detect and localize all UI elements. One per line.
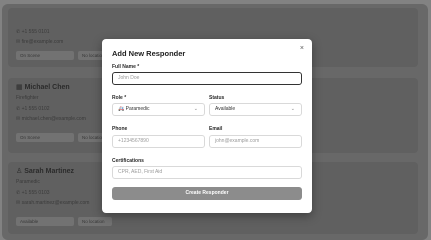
full-name-input[interactable]: John Doe [112,72,302,85]
role-label: Role * [112,95,127,101]
phone-input[interactable]: +1234567890 [112,135,205,148]
certifications-label: Certifications [112,158,144,164]
role-select[interactable]: 🚑 Paramedic ⌄ [112,103,205,116]
email-input[interactable]: john@example.com [209,135,302,148]
modal-title: Add New Responder [112,49,186,58]
chevron-down-icon: ⌄ [193,106,198,112]
full-name-label: Full Name * [112,64,140,70]
add-responder-modal: Add New Responder × Full Name * John Doe… [102,39,312,213]
full-name-placeholder: John Doe [118,75,140,81]
phone-label: Phone [112,126,128,132]
close-icon[interactable]: × [300,45,304,52]
role-value: Paramedic [125,106,150,112]
email-label: Email [209,126,223,132]
certifications-placeholder: CPR, AED, First Aid [118,169,163,175]
email-placeholder: john@example.com [215,138,260,144]
status-value: Available [215,106,236,112]
create-responder-button[interactable]: Create Responder [112,187,302,200]
ambulance-icon: 🚑 [118,106,125,112]
certifications-input[interactable]: CPR, AED, First Aid [112,166,302,179]
phone-placeholder: +1234567890 [118,138,149,144]
chevron-down-icon: ⌄ [290,106,295,112]
status-select[interactable]: Available ⌄ [209,103,302,116]
status-label: Status [209,95,225,101]
